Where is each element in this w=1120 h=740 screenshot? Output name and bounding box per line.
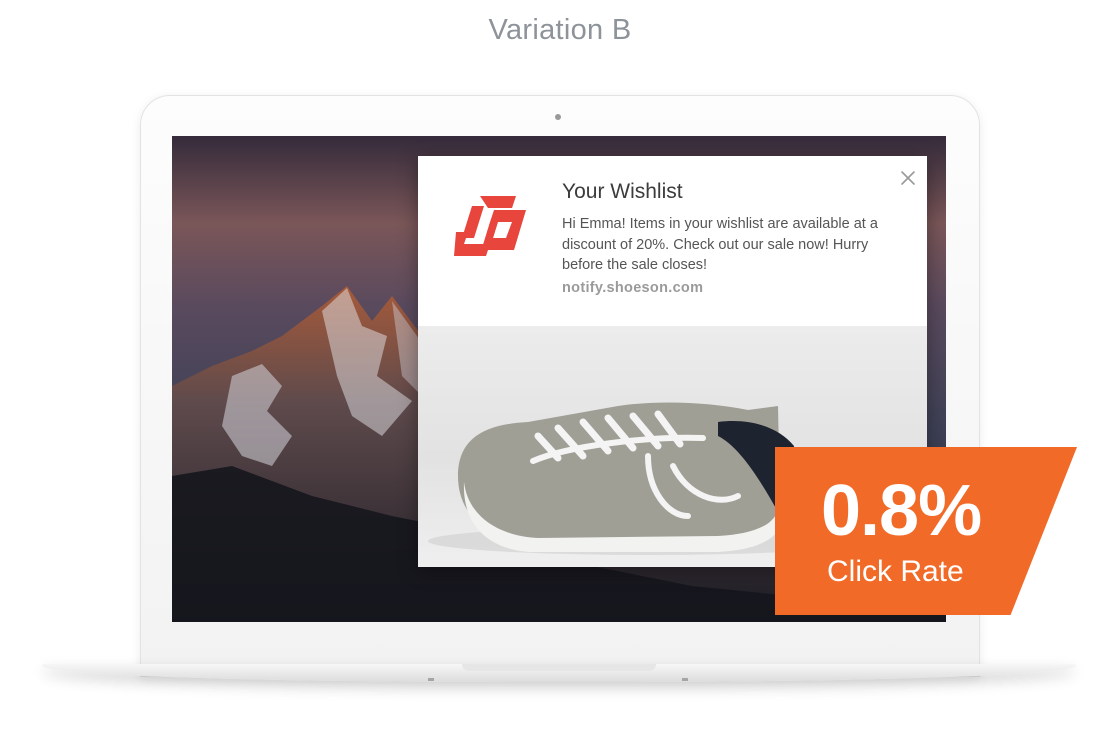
close-icon[interactable] bbox=[898, 168, 918, 188]
click-rate-label: Click Rate bbox=[827, 555, 964, 588]
laptop-base bbox=[42, 664, 1076, 682]
brand-logo-icon bbox=[454, 196, 526, 256]
click-rate-badge: 0.8% Click Rate bbox=[775, 447, 1077, 615]
camera-icon bbox=[555, 114, 561, 120]
laptop-notch bbox=[462, 664, 656, 671]
notification-title: Your Wishlist bbox=[562, 180, 683, 203]
click-rate-value: 0.8% bbox=[821, 471, 982, 551]
notification-domain: notify.shoeson.com bbox=[562, 280, 704, 296]
laptop-foot bbox=[682, 678, 688, 681]
laptop-foot bbox=[428, 678, 434, 681]
notification-message: Hi Emma! Items in your wishlist are avai… bbox=[562, 216, 878, 273]
notification-header: Your Wishlist Hi Emma! Items in your wis… bbox=[418, 156, 927, 326]
variation-title: Variation B bbox=[488, 14, 632, 46]
